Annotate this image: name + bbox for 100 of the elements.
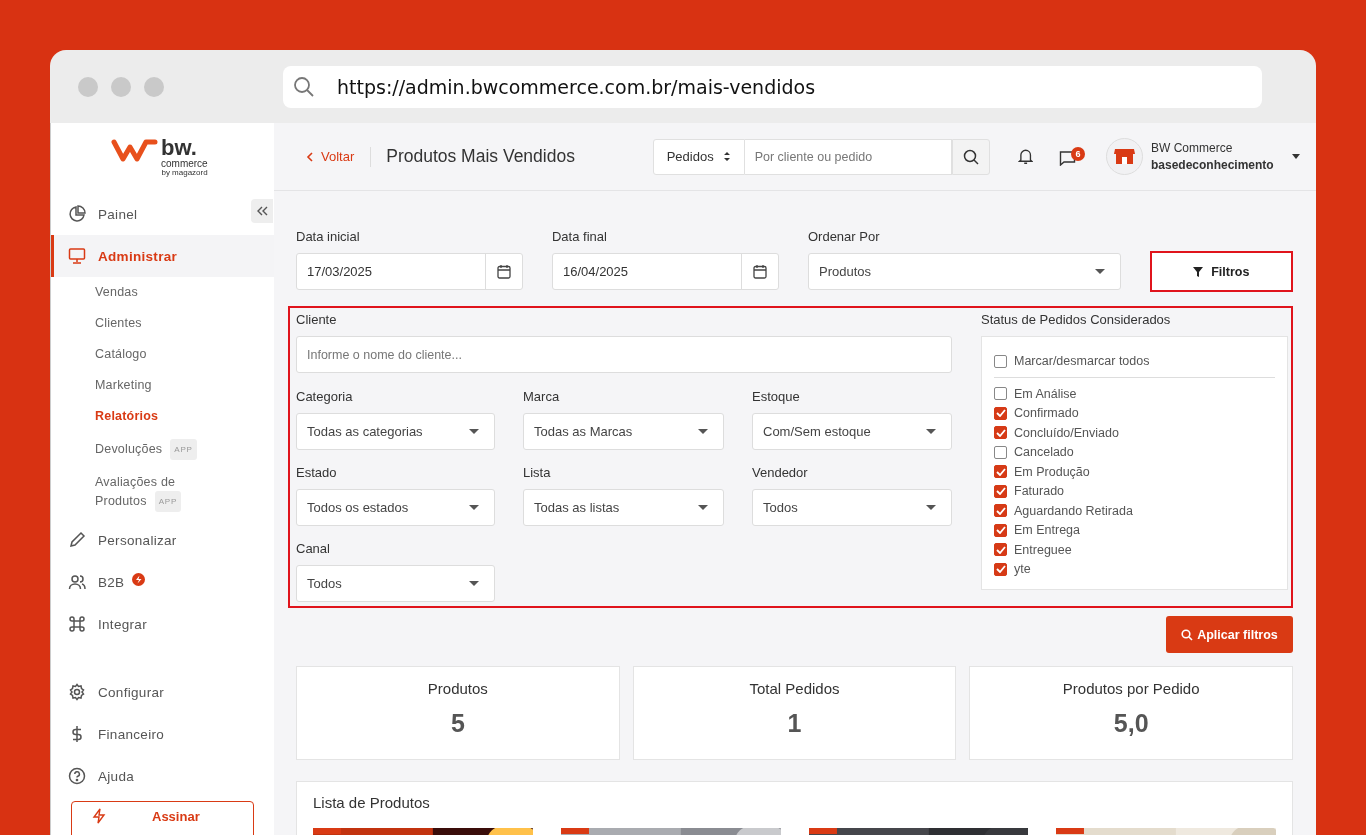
checkbox[interactable] [994, 523, 1007, 537]
checkbox-row[interactable]: Marcar/desmarcar todos [994, 351, 1275, 371]
field-label: Data final [552, 229, 608, 245]
caret-down-icon [698, 504, 708, 511]
command-icon [68, 615, 86, 633]
caret-down-icon [1292, 154, 1300, 159]
checkbox-row[interactable]: yte [994, 559, 1275, 579]
filter-select[interactable]: Com/Sem estoque [752, 413, 952, 450]
double-chevron-left-icon [256, 206, 268, 216]
filter-select[interactable]: Todas as listas [523, 489, 724, 526]
sort-select[interactable]: Produtos [807, 253, 1121, 290]
subscribe-button[interactable]: Assinar [71, 801, 254, 835]
checkbox-row[interactable]: Em Entrega [994, 520, 1275, 540]
check-icon [995, 487, 1006, 496]
nav-subitem[interactable]: Relatórios [51, 401, 215, 432]
search-field[interactable]: Por cliente ou pedido [744, 138, 952, 175]
checkbox[interactable] [994, 465, 1007, 479]
checkbox-row[interactable]: Aguardando Retirada [994, 501, 1275, 521]
search-icon [293, 75, 315, 98]
client-field[interactable]: Informe o nome do cliente... [296, 336, 952, 373]
caret-down-icon [926, 428, 936, 435]
field-label: Data inicial [296, 229, 361, 245]
date-field[interactable]: 17/03/2025 [296, 253, 523, 290]
collapse-button[interactable] [251, 199, 273, 223]
filter-select[interactable]: Todas as Marcas [523, 413, 724, 450]
check-icon [995, 565, 1006, 574]
caret-down-icon [469, 580, 479, 587]
stat-value: 1 [787, 709, 802, 738]
field-label: Categoria [296, 389, 354, 405]
address-bar[interactable]: https://admin.bwcommerce.com.br/mais-vendidos [283, 65, 1262, 108]
filter-select[interactable]: Todas as categorias [296, 413, 495, 450]
checkbox[interactable] [994, 426, 1007, 440]
notification-bell-icon[interactable] [1017, 148, 1033, 165]
checkbox-row[interactable]: Concluído/Enviado [994, 423, 1275, 443]
app-tag: APP [154, 491, 182, 512]
sort-arrows-icon [722, 151, 731, 162]
filters-button[interactable]: Filtros [1149, 251, 1293, 292]
field-label: Estado [296, 465, 338, 481]
nav-item[interactable]: Configurar [51, 671, 274, 713]
message-count-badge: 6 [1071, 147, 1085, 161]
checkbox[interactable] [994, 562, 1007, 576]
settings-icon [68, 683, 86, 701]
nav-subitem[interactable]: Catálogo [51, 339, 215, 370]
stat-label: Produtos por Pedido [1062, 680, 1200, 697]
checkbox[interactable] [994, 543, 1007, 557]
nav-item[interactable]: Administrar [51, 235, 274, 277]
field-label: Estoque [752, 389, 801, 405]
nav-subitem[interactable]: Marketing [51, 370, 215, 401]
nav-item[interactable]: Integrar [51, 603, 274, 645]
caret-down-icon [698, 428, 708, 435]
filter-select[interactable]: Todos [752, 489, 952, 526]
nav-item[interactable]: Ajuda [51, 755, 274, 797]
nav-subitem[interactable]: Devoluções APP [51, 432, 215, 467]
logo-mark-icon [111, 137, 159, 165]
store-avatar-icon [1106, 138, 1143, 175]
check-icon [995, 409, 1006, 418]
help-icon [68, 767, 86, 785]
field-label: Cliente [296, 312, 338, 328]
field-label: Vendedor [752, 465, 809, 481]
field-label: Marca [523, 389, 561, 405]
checkbox-row[interactable]: Em Produção [994, 462, 1275, 482]
checkbox[interactable] [994, 406, 1007, 420]
checkbox[interactable] [994, 354, 1007, 368]
checkbox[interactable] [994, 445, 1007, 459]
filter-select[interactable]: Todos [296, 565, 495, 602]
nav-item[interactable]: B2B [51, 561, 274, 603]
checkbox-row[interactable]: Entreguee [994, 540, 1275, 560]
checkbox-row[interactable]: Em Análise [994, 384, 1275, 404]
checkbox-row[interactable]: Cancelado [994, 442, 1275, 462]
app-tag: APP [170, 439, 197, 460]
nav-subitem[interactable]: Vendas [51, 277, 215, 308]
search-scope-select[interactable]: Pedidos [652, 138, 745, 175]
back-link[interactable]: Voltar [306, 149, 355, 164]
nav-item[interactable]: Financeiro [51, 713, 274, 755]
checkbox[interactable] [994, 504, 1007, 518]
nav-item[interactable]: Personalizar [51, 519, 274, 561]
account-menu[interactable]: BW Commerce basedeconhecimento [1106, 138, 1300, 175]
section-title: Status de Pedidos Considerados [981, 312, 1172, 328]
apply-filters-button[interactable]: Aplicar filtros [1166, 616, 1293, 653]
checkbox[interactable] [994, 484, 1007, 498]
messages-button[interactable]: 6 [1059, 147, 1086, 166]
logo[interactable]: bw. commerce by magazord [111, 137, 208, 177]
users-icon [68, 573, 86, 591]
search-button[interactable] [951, 138, 990, 175]
check-icon [995, 545, 1006, 554]
nav-item[interactable]: Painel [51, 193, 274, 235]
caret-down-icon [1094, 268, 1105, 275]
checkbox-row[interactable]: Faturado [994, 481, 1275, 501]
nav-subitem[interactable]: Clientes [51, 308, 215, 339]
filter-icon [1193, 266, 1204, 277]
check-icon [995, 526, 1006, 535]
checkbox[interactable] [994, 387, 1007, 401]
lightning-icon [92, 808, 106, 824]
search-icon [962, 148, 979, 165]
nav-subitem[interactable]: Avaliações de Produtos APP [51, 467, 215, 519]
checkbox-row[interactable]: Confirmado [994, 403, 1275, 423]
filter-select[interactable]: Todos os estados [296, 489, 495, 526]
date-field[interactable]: 16/04/2025 [552, 253, 779, 290]
pie-chart-icon [68, 205, 86, 223]
field-label: Lista [523, 465, 552, 481]
